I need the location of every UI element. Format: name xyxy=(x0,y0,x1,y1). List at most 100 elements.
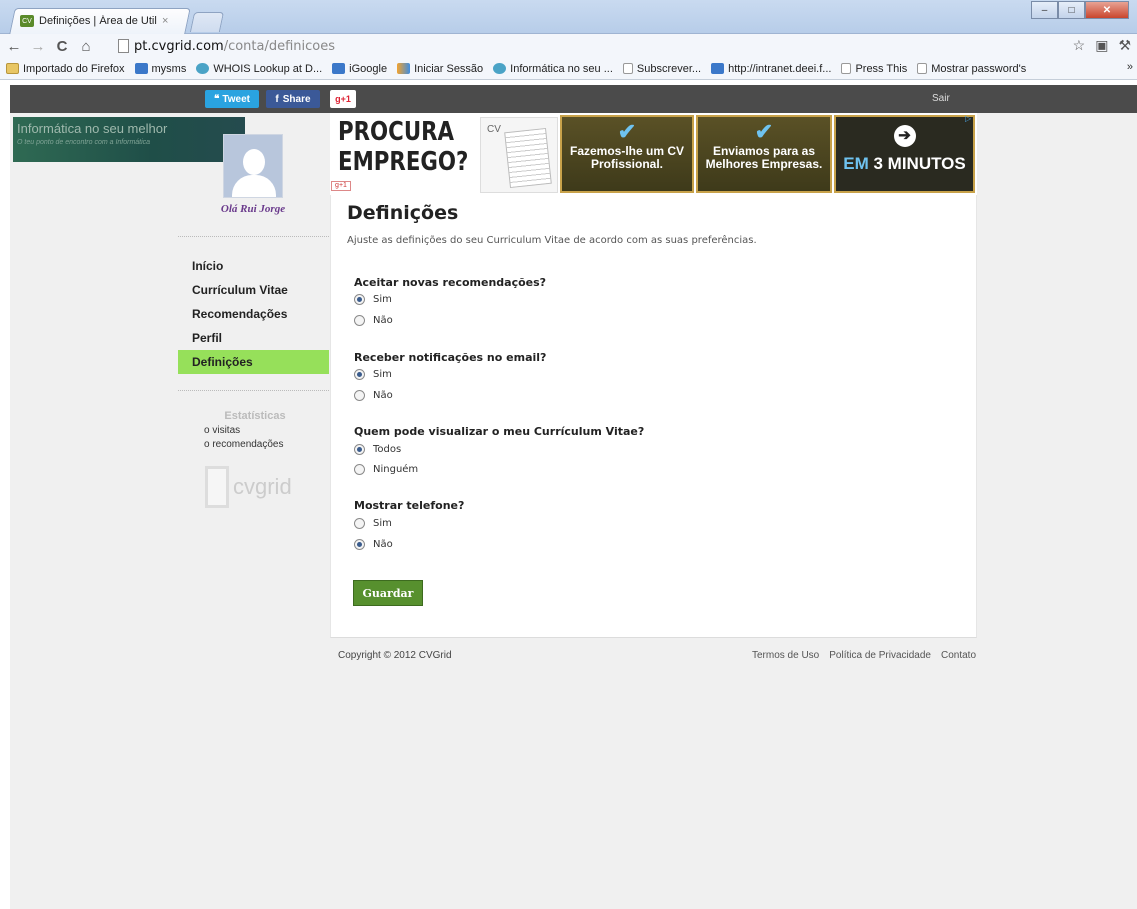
bookmark-label: Press This xyxy=(855,62,908,75)
ad-minutes-label: 3 MINUTOS xyxy=(873,154,966,173)
bookmark-label: Informática no seu ... xyxy=(510,62,613,75)
ad-cv-image: CV xyxy=(480,117,558,193)
radio-button[interactable] xyxy=(354,315,365,326)
google-plus-one-button[interactable]: g +1 xyxy=(330,90,356,108)
informatica-banner[interactable]: Informática no seu melhor O teu ponto de… xyxy=(13,117,245,162)
home-icon[interactable]: ⌂ xyxy=(76,36,96,56)
sidebar-item-curriculum-vitae[interactable]: Currículum Vitae xyxy=(178,278,329,302)
ad-plus-one-button[interactable]: g+1 xyxy=(331,181,351,191)
logout-link[interactable]: Sair xyxy=(932,93,950,104)
back-icon[interactable]: ← xyxy=(4,36,24,56)
stat-label: visitas xyxy=(212,425,241,436)
reload-icon[interactable]: C xyxy=(52,36,72,56)
banner-title: Informática no seu melhor xyxy=(17,121,168,136)
radio-label: Sim xyxy=(373,369,392,380)
page-icon xyxy=(622,63,633,74)
bookmarks-bar: Importado do Firefox mysms WHOIS Lookup … xyxy=(0,58,1137,80)
minimize-icon[interactable]: – xyxy=(1031,1,1058,19)
address-bar[interactable]: pt.cvgrid.com/conta/definicoes xyxy=(118,36,1058,56)
bookmark-item[interactable]: Iniciar Sessão xyxy=(397,63,483,75)
bookmark-item[interactable]: Importado do Firefox xyxy=(6,63,125,75)
wrench-icon[interactable]: ⚒ xyxy=(1118,37,1131,54)
sidebar-item-definicoes[interactable]: Definições xyxy=(178,350,329,374)
bookmarks-more-icon[interactable]: » xyxy=(1127,61,1133,73)
radio-button[interactable] xyxy=(354,444,365,455)
bookmark-item[interactable]: WHOIS Lookup at D... xyxy=(196,63,322,75)
bookmark-label: Mostrar password's xyxy=(931,62,1027,75)
facebook-share-button[interactable]: f Share xyxy=(266,90,320,108)
radio-notificacoes-nao[interactable]: Não xyxy=(354,390,393,401)
radio-button[interactable] xyxy=(354,464,365,475)
radio-label: Não xyxy=(373,390,393,401)
footer-links: Termos de Uso Política de Privacidade Co… xyxy=(752,650,976,661)
radio-button[interactable] xyxy=(354,518,365,529)
maximize-icon[interactable]: □ xyxy=(1058,1,1085,19)
sidebar-item-perfil[interactable]: Perfil xyxy=(178,326,329,350)
bookmark-item[interactable]: Informática no seu ... xyxy=(493,63,613,75)
job-ad-banner[interactable]: PROCURA EMPREGO? CV ✔ Fazemos-lhe um CV … xyxy=(330,113,977,195)
radio-telefone-sim[interactable]: Sim xyxy=(354,518,392,529)
radio-recomendacoes-sim[interactable]: Sim xyxy=(354,294,392,305)
new-tab-button[interactable] xyxy=(189,12,225,32)
question-telefone: Mostrar telefone? xyxy=(354,499,465,512)
bookmark-label: iGoogle xyxy=(349,62,388,75)
radio-notificacoes-sim[interactable]: Sim xyxy=(354,369,392,380)
question-visualizar-cv: Quem pode visualizar o meu Currículum Vi… xyxy=(354,425,645,438)
page-subtitle: Ajuste as definições do seu Curriculum V… xyxy=(347,235,757,246)
bookmark-item[interactable]: http://intranet.deei.f... xyxy=(711,63,831,75)
avatar-body xyxy=(232,175,276,197)
avatar[interactable] xyxy=(223,134,283,198)
footer-link-contato[interactable]: Contato xyxy=(941,650,976,661)
footer-link-termos[interactable]: Termos de Uso xyxy=(752,650,819,661)
bookmark-item[interactable]: Press This xyxy=(841,63,907,75)
banner-tagline: O teu ponto de encontro com a Informátic… xyxy=(17,139,151,146)
window-controls: – □ ✕ xyxy=(1031,1,1129,19)
radio-button[interactable] xyxy=(354,369,365,380)
bookmark-item[interactable]: Mostrar password's xyxy=(917,63,1026,75)
radio-label: Não xyxy=(373,539,393,550)
ad-panel-text: Enviamos para as Melhores Empresas. xyxy=(705,144,823,171)
ad-panel-em: EM 3 MINUTOS xyxy=(836,153,973,175)
forward-icon[interactable]: → xyxy=(28,36,48,56)
radio-recomendacoes-nao[interactable]: Não xyxy=(354,315,393,326)
close-window-icon[interactable]: ✕ xyxy=(1085,1,1129,19)
radio-button[interactable] xyxy=(354,390,365,401)
tweet-label: Tweet xyxy=(222,93,250,105)
ad-choices-icon[interactable]: ▷ xyxy=(965,114,975,124)
bookmark-label: http://intranet.deei.f... xyxy=(728,62,832,75)
radio-label: Não xyxy=(373,315,393,326)
bookmark-item[interactable]: mysms xyxy=(134,63,186,75)
user-greeting: Olá Rui Jorge xyxy=(220,203,286,215)
radio-button[interactable] xyxy=(354,539,365,550)
sidebar-nav: Início Currículum Vitae Recomendações Pe… xyxy=(178,254,329,374)
bookmark-star-icon[interactable]: ☆ xyxy=(1073,37,1086,54)
bookmark-item[interactable]: iGoogle xyxy=(332,63,387,75)
ad-cv-label: CV xyxy=(487,124,501,135)
url-text[interactable]: pt.cvgrid.com/conta/definicoes xyxy=(134,39,335,54)
radio-telefone-nao[interactable]: Não xyxy=(354,539,393,550)
page-icon xyxy=(118,39,129,53)
radio-visualizar-todos[interactable]: Todos xyxy=(354,444,401,455)
browser-tab-content[interactable]: CV Definições | Área de Utiliza × xyxy=(20,12,178,30)
sidebar-item-inicio[interactable]: Início xyxy=(178,254,329,278)
extension-icon[interactable]: ▣ xyxy=(1095,37,1108,54)
radio-button[interactable] xyxy=(354,294,365,305)
radio-visualizar-ninguem[interactable]: Ninguém xyxy=(354,464,418,475)
footer-link-privacidade[interactable]: Política de Privacidade xyxy=(829,650,931,661)
page-title: Definições xyxy=(347,202,459,224)
tweet-button[interactable]: ❝ Tweet xyxy=(205,90,259,108)
ad-panel-empresas: ✔ Enviamos para as Melhores Empresas. xyxy=(696,115,832,193)
question-notificacoes: Receber notificações no email? xyxy=(354,351,547,364)
tab-close-icon[interactable]: × xyxy=(162,15,168,27)
igoogle-icon xyxy=(332,63,346,74)
facebook-icon: f xyxy=(275,93,279,105)
checkmark-icon: ✔ xyxy=(617,119,637,144)
divider xyxy=(178,390,329,391)
bookmark-item[interactable]: Subscrever... xyxy=(622,63,701,75)
save-button[interactable]: Guardar xyxy=(353,580,423,606)
sidebar-item-recomendacoes[interactable]: Recomendações xyxy=(178,302,329,326)
bookmark-label: Importado do Firefox xyxy=(23,62,125,75)
url-path: /conta/definicoes xyxy=(223,38,336,54)
ad-panel-cv: ✔ Fazemos-lhe um CV Profissional. xyxy=(560,115,694,193)
mysms-icon xyxy=(134,63,148,74)
